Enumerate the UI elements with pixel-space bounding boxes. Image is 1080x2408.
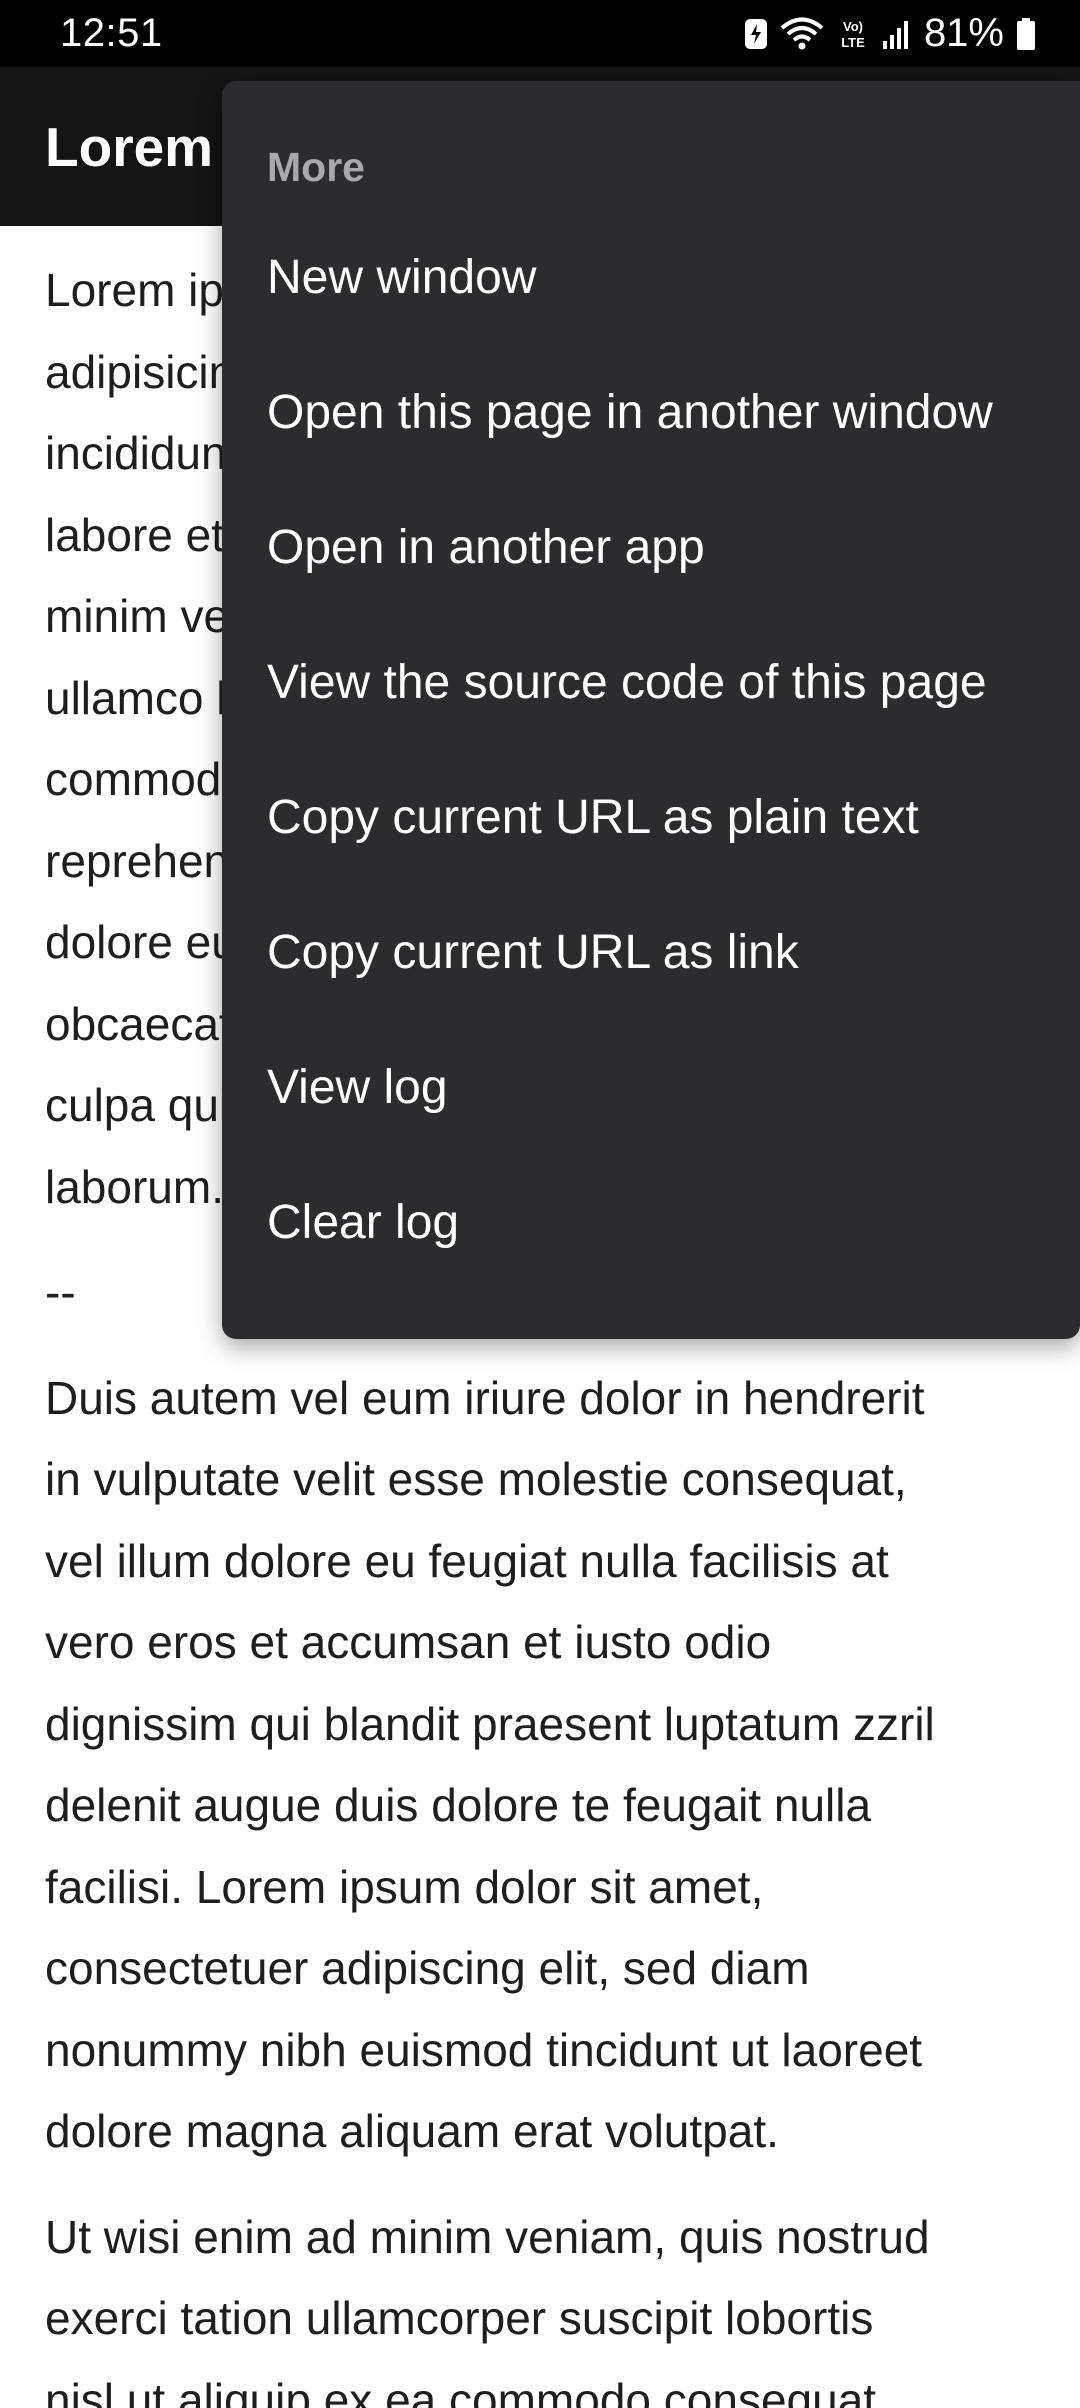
signal-icon <box>882 17 912 51</box>
menu-item-new-window[interactable]: New window <box>222 209 1080 345</box>
status-time: 12:51 <box>60 11 163 55</box>
overflow-menu: More New window Open this page in anothe… <box>222 81 1080 1339</box>
svg-text:LTE: LTE <box>841 35 865 50</box>
status-icons: Vo) LTE 81% <box>744 11 1036 56</box>
menu-item-open-in-another-app[interactable]: Open in another app <box>222 480 1080 615</box>
menu-item-copy-url-link[interactable]: Copy current URL as link <box>222 885 1080 1020</box>
menu-item-view-log[interactable]: View log <box>222 1020 1080 1155</box>
wifi-icon <box>780 17 824 51</box>
battery-percent: 81% <box>923 11 1004 55</box>
menu-item-view-source[interactable]: View the source code of this page <box>222 615 1080 750</box>
volte-icon: Vo) LTE <box>836 17 870 51</box>
content-paragraph: Ut wisi enim ad minim veniam, quis nostr… <box>45 2210 930 2408</box>
content-paragraph: Duis autem vel eum iriure dolor in hendr… <box>45 1371 935 2158</box>
menu-item-open-in-another-window[interactable]: Open this page in another window <box>222 345 1080 480</box>
menu-header: More <box>267 143 365 190</box>
page-title: Lorem <box>45 115 214 178</box>
menu-list: New window Open this page in another win… <box>222 209 1080 1290</box>
battery-icon <box>1016 17 1036 51</box>
menu-item-clear-log[interactable]: Clear log <box>222 1155 1080 1290</box>
data-saver-icon <box>744 17 768 51</box>
status-bar: 12:51 Vo) LTE 81% <box>0 0 1080 67</box>
svg-text:Vo): Vo) <box>843 19 863 34</box>
menu-item-copy-url-plain[interactable]: Copy current URL as plain text <box>222 750 1080 885</box>
